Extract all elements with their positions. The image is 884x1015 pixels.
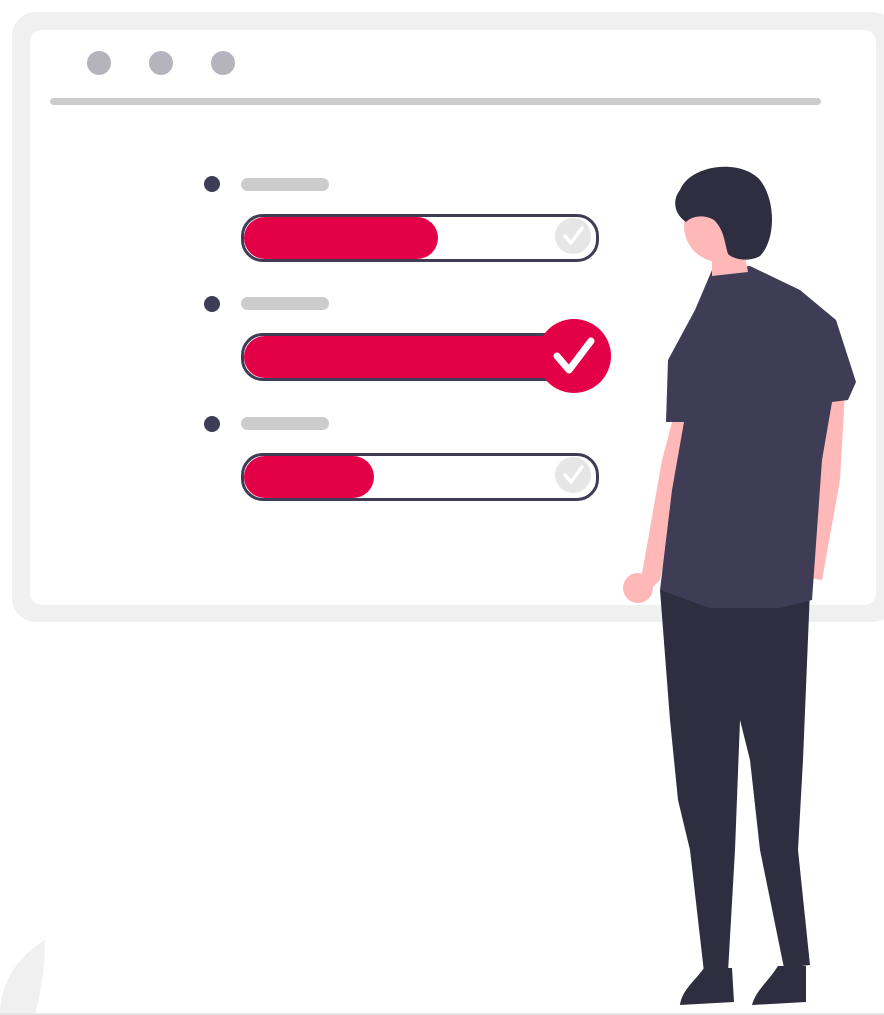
task-label-placeholder-2 — [241, 297, 329, 310]
task-label-placeholder-1 — [241, 178, 329, 191]
progress-fill-3 — [244, 456, 375, 498]
address-bar-placeholder — [50, 98, 821, 105]
leaf-decoration-icon — [0, 940, 45, 1015]
illustration-scene — [0, 0, 884, 1015]
task-bullet-2 — [204, 296, 220, 312]
progress-track-1 — [241, 214, 599, 262]
task-bullet-3 — [204, 416, 220, 432]
person-figure-icon — [623, 166, 856, 1005]
task-label-placeholder-3 — [241, 417, 329, 430]
window-dot-1 — [87, 51, 111, 75]
progress-fill-1 — [244, 217, 438, 259]
progress-track-3 — [241, 453, 599, 501]
check-icon — [555, 218, 591, 254]
check-icon — [555, 457, 591, 493]
window-dot-2 — [149, 51, 173, 75]
task-bullet-1 — [204, 176, 220, 192]
window-dot-3 — [211, 51, 235, 75]
